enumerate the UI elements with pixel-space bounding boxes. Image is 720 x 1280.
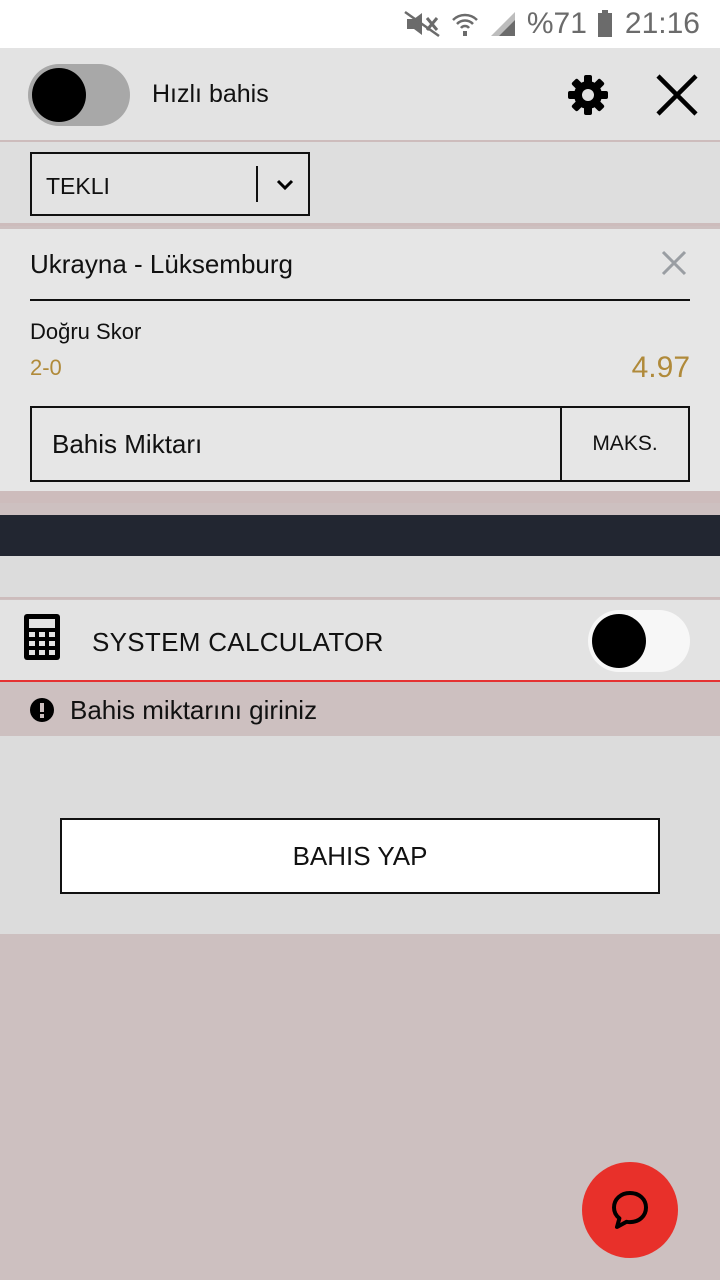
stake-input[interactable]	[32, 408, 560, 480]
divider	[30, 299, 690, 301]
section-separator	[0, 515, 720, 556]
place-bet-button[interactable]: BAHIS YAP	[60, 818, 660, 894]
bet-type-row: TEKLI	[0, 142, 720, 226]
chat-button[interactable]	[582, 1162, 678, 1258]
status-bar: %71 21:16	[0, 0, 720, 48]
bet-type-dropdown[interactable]: TEKLI	[30, 152, 310, 216]
odds-value: 4.97	[631, 351, 690, 384]
chat-bubble-icon	[612, 1191, 648, 1229]
quick-bet-toggle[interactable]	[28, 64, 130, 126]
market-name: Doğru Skor	[30, 319, 142, 344]
quick-bet-label: Hızlı bahis	[152, 80, 269, 108]
bet-selection-card: Ukrayna - Lüksemburg Doğru Skor 2-0 4.97…	[0, 229, 720, 503]
calculator-icon	[24, 614, 60, 660]
battery-icon	[597, 10, 613, 38]
system-calculator-label: SYSTEM CALCULATOR	[92, 627, 384, 657]
system-calculator-row: SYSTEM CALCULATOR	[0, 600, 720, 682]
action-area: BAHIS YAP	[0, 736, 720, 934]
bet-type-value: TEKLI	[46, 173, 110, 199]
remove-selection-icon[interactable]	[660, 249, 688, 277]
close-icon[interactable]	[654, 72, 700, 118]
stake-box: MAKS.	[30, 406, 690, 482]
warning-text: Bahis miktarını giriniz	[70, 695, 318, 725]
exclamation-icon	[30, 698, 54, 722]
chevron-down-icon	[276, 179, 294, 191]
dropdown-divider	[256, 166, 258, 202]
spacer-band	[0, 556, 720, 599]
bet-slip-header: Hızlı bahis	[0, 48, 720, 142]
warning-banner: Bahis miktarını giriniz	[0, 684, 720, 736]
toggle-knob	[32, 68, 86, 122]
selection-name: 2-0	[30, 355, 62, 380]
mute-icon	[403, 10, 441, 38]
max-stake-button[interactable]: MAKS.	[560, 408, 688, 480]
system-calculator-toggle[interactable]	[588, 610, 690, 672]
gear-icon[interactable]	[566, 73, 610, 117]
wifi-icon	[451, 10, 479, 38]
match-title: Ukrayna - Lüksemburg	[30, 249, 293, 279]
battery-percent: %71	[526, 7, 587, 40]
toggle-knob	[592, 614, 646, 668]
clock: 21:16	[624, 7, 700, 40]
signal-icon	[489, 10, 517, 38]
